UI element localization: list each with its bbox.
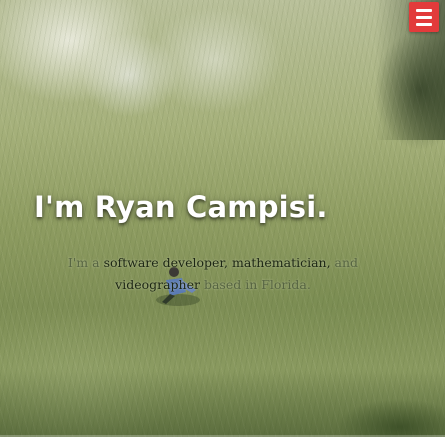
subtitle-roles: software developer, mathematician, bbox=[103, 255, 331, 270]
subtitle-location: based in Florida. bbox=[203, 277, 311, 292]
hamburger-menu-icon-bar-3 bbox=[416, 22, 432, 26]
menu-button[interactable] bbox=[409, 2, 439, 32]
hamburger-menu-icon-bar-2 bbox=[416, 15, 432, 19]
subtitle-role-videographer: videographer bbox=[115, 277, 200, 292]
subtitle-intro: I'm a bbox=[67, 255, 100, 270]
background-grass bbox=[0, 367, 445, 437]
subtitle-conjunction: and bbox=[334, 255, 359, 270]
hero-banner: I'm Ryan Campisi. I'm a software develop… bbox=[0, 0, 445, 437]
hamburger-menu-icon-bar-1 bbox=[416, 8, 432, 12]
hero-subtitle: I'm a software developer, mathematician,… bbox=[48, 252, 378, 296]
hero-title: I'm Ryan Campisi. bbox=[34, 190, 328, 224]
